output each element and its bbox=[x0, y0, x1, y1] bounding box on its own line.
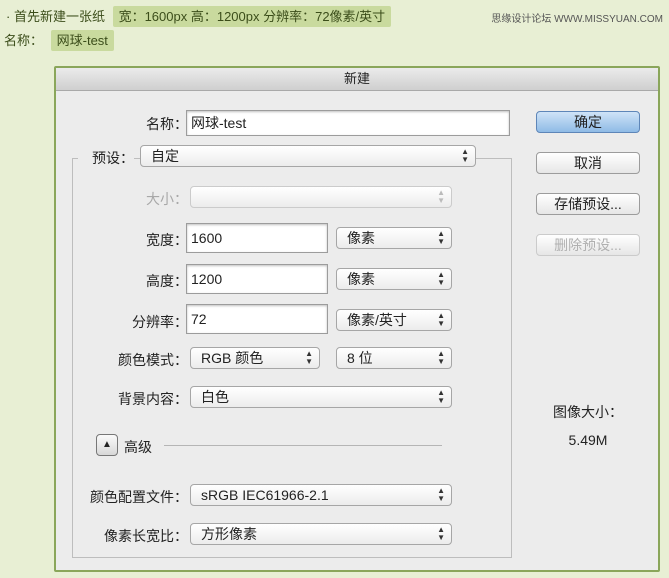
save-preset-button[interactable]: 存储预设... bbox=[536, 193, 640, 215]
chevron-updown-icon: ▲ ▼ bbox=[437, 229, 445, 246]
preset-label: 预设： bbox=[78, 148, 134, 168]
preset-select[interactable]: 自定 ▲ ▼ bbox=[140, 145, 476, 167]
chevron-updown-icon: ▲ ▼ bbox=[461, 147, 469, 164]
resolution-unit-select[interactable]: 像素/英寸 ▲ ▼ bbox=[336, 309, 452, 331]
chevron-updown-icon: ▲ ▼ bbox=[437, 349, 445, 366]
advanced-divider bbox=[164, 445, 442, 446]
size-label: 大小： bbox=[146, 191, 188, 207]
tutorial-name-label: 名称： bbox=[4, 33, 44, 48]
color-mode-label: 颜色模式： bbox=[118, 352, 188, 368]
width-unit-value: 像素 bbox=[347, 230, 375, 246]
name-input[interactable]: 网球-test bbox=[186, 110, 510, 136]
height-unit-select[interactable]: 像素 ▲ ▼ bbox=[336, 268, 452, 290]
pixel-aspect-label: 像素长宽比： bbox=[104, 528, 188, 544]
pixel-aspect-select[interactable]: 方形像素 ▲ ▼ bbox=[190, 523, 452, 545]
chevron-updown-icon: ▲ ▼ bbox=[437, 270, 445, 287]
height-input[interactable]: 1200 bbox=[186, 264, 328, 294]
height-unit-value: 像素 bbox=[347, 271, 375, 287]
color-profile-value: sRGB IEC61966-2.1 bbox=[201, 487, 329, 503]
resolution-input[interactable]: 72 bbox=[186, 304, 328, 334]
dialog-title: 新建 bbox=[56, 68, 658, 91]
background-select[interactable]: 白色 ▲ ▼ bbox=[190, 386, 452, 408]
cancel-button[interactable]: 取消 bbox=[536, 152, 640, 174]
advanced-toggle-button[interactable]: ▲ bbox=[96, 434, 118, 456]
image-size-label: 图像大小： bbox=[553, 404, 623, 420]
ok-button[interactable]: 确定 bbox=[536, 111, 640, 133]
name-label: 名称： bbox=[146, 116, 188, 132]
chevron-updown-icon: ▲ ▼ bbox=[437, 388, 445, 405]
image-size-value: 5.49M bbox=[568, 432, 608, 448]
color-mode-value: RGB 颜色 bbox=[201, 350, 264, 366]
tutorial-step: · 首先新建一张纸 宽：1600px 高：1200px 分辨率：72像素/英寸 bbox=[6, 6, 392, 27]
tutorial-name: 名称： 网球-test bbox=[4, 30, 114, 51]
background-label: 背景内容： bbox=[118, 391, 188, 407]
background-value: 白色 bbox=[201, 389, 229, 405]
chevron-updown-icon: ▲ ▼ bbox=[437, 188, 445, 205]
watermark: 思缘设计论坛 WWW.MISSYUAN.COM bbox=[491, 14, 663, 25]
chevron-updown-icon: ▲ ▼ bbox=[437, 525, 445, 542]
bit-depth-select[interactable]: 8 位 ▲ ▼ bbox=[336, 347, 452, 369]
new-document-dialog: 新建 名称： 网球-test 预设： 自定 ▲ ▼ 大小： ▲ ▼ 宽度： 1600… bbox=[54, 66, 660, 572]
chevron-updown-icon: ▲ ▼ bbox=[305, 349, 313, 366]
height-label: 高度： bbox=[146, 273, 188, 289]
resolution-label: 分辨率： bbox=[132, 314, 188, 330]
tutorial-step-text: · 首先新建一张纸 bbox=[6, 9, 105, 24]
color-profile-select[interactable]: sRGB IEC61966-2.1 ▲ ▼ bbox=[190, 484, 452, 506]
resolution-unit-value: 像素/英寸 bbox=[347, 312, 407, 328]
advanced-label: 高级 bbox=[124, 439, 152, 455]
width-label: 宽度： bbox=[146, 232, 188, 248]
bit-depth-value: 8 位 bbox=[347, 350, 373, 366]
color-profile-label: 颜色配置文件： bbox=[90, 489, 188, 505]
size-select: ▲ ▼ bbox=[190, 186, 452, 208]
tutorial-name-value: 网球-test bbox=[50, 30, 114, 51]
triangle-up-icon: ▲ bbox=[102, 439, 112, 450]
chevron-updown-icon: ▲ ▼ bbox=[437, 486, 445, 503]
preset-value: 自定 bbox=[151, 148, 179, 164]
color-mode-select[interactable]: RGB 颜色 ▲ ▼ bbox=[190, 347, 320, 369]
delete-preset-button: 删除预设... bbox=[536, 234, 640, 256]
chevron-updown-icon: ▲ ▼ bbox=[437, 311, 445, 328]
pixel-aspect-value: 方形像素 bbox=[201, 526, 257, 542]
width-input[interactable]: 1600 bbox=[186, 223, 328, 253]
width-unit-select[interactable]: 像素 ▲ ▼ bbox=[336, 227, 452, 249]
tutorial-spec: 宽：1600px 高：1200px 分辨率：72像素/英寸 bbox=[112, 6, 392, 27]
